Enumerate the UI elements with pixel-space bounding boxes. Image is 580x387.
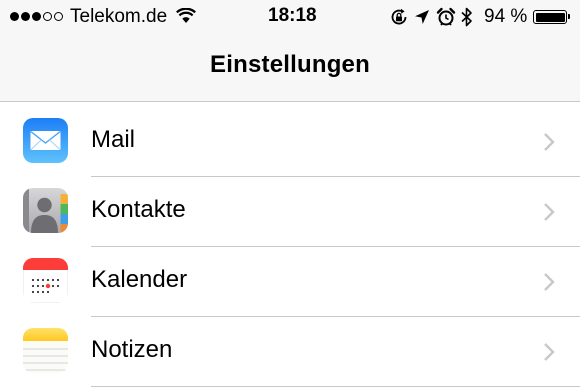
settings-item-label: Kalender xyxy=(91,266,188,293)
chevron-right-icon xyxy=(543,132,555,157)
settings-item-label: Mail xyxy=(91,126,136,153)
chevron-right-icon xyxy=(543,342,555,367)
signal-strength-icon xyxy=(10,12,63,21)
chevron-right-icon xyxy=(543,202,555,227)
rotation-lock-icon xyxy=(389,7,409,32)
settings-item-mail[interactable]: Mail xyxy=(0,107,580,177)
settings-item-calendar[interactable]: Kalender xyxy=(0,247,580,317)
wifi-icon xyxy=(176,7,196,29)
location-arrow-icon xyxy=(414,9,430,30)
settings-item-notes[interactable]: Notizen xyxy=(0,317,580,387)
clock-time: 18:18 xyxy=(268,5,317,26)
chevron-right-icon xyxy=(543,272,555,297)
battery-icon xyxy=(533,10,570,24)
alarm-icon xyxy=(436,7,456,32)
contacts-icon xyxy=(23,188,68,233)
battery-percentage: 94 % xyxy=(484,6,528,27)
notes-icon xyxy=(23,328,68,373)
navigation-header: Telekom.de 18:18 94 % Einstellungen xyxy=(0,0,580,102)
page-title: Einstellungen xyxy=(210,51,370,78)
settings-item-contacts[interactable]: Kontakte xyxy=(0,177,580,247)
mail-icon xyxy=(23,118,68,163)
bluetooth-icon xyxy=(460,6,474,33)
settings-item-label: Kontakte xyxy=(91,196,186,223)
calendar-icon xyxy=(23,258,68,303)
settings-item-label: Notizen xyxy=(91,336,173,363)
settings-list: Mail Kontakte Kalender Notizen xyxy=(0,107,580,387)
carrier-name: Telekom.de xyxy=(70,6,168,27)
status-bar: Telekom.de 18:18 94 % xyxy=(0,0,580,34)
